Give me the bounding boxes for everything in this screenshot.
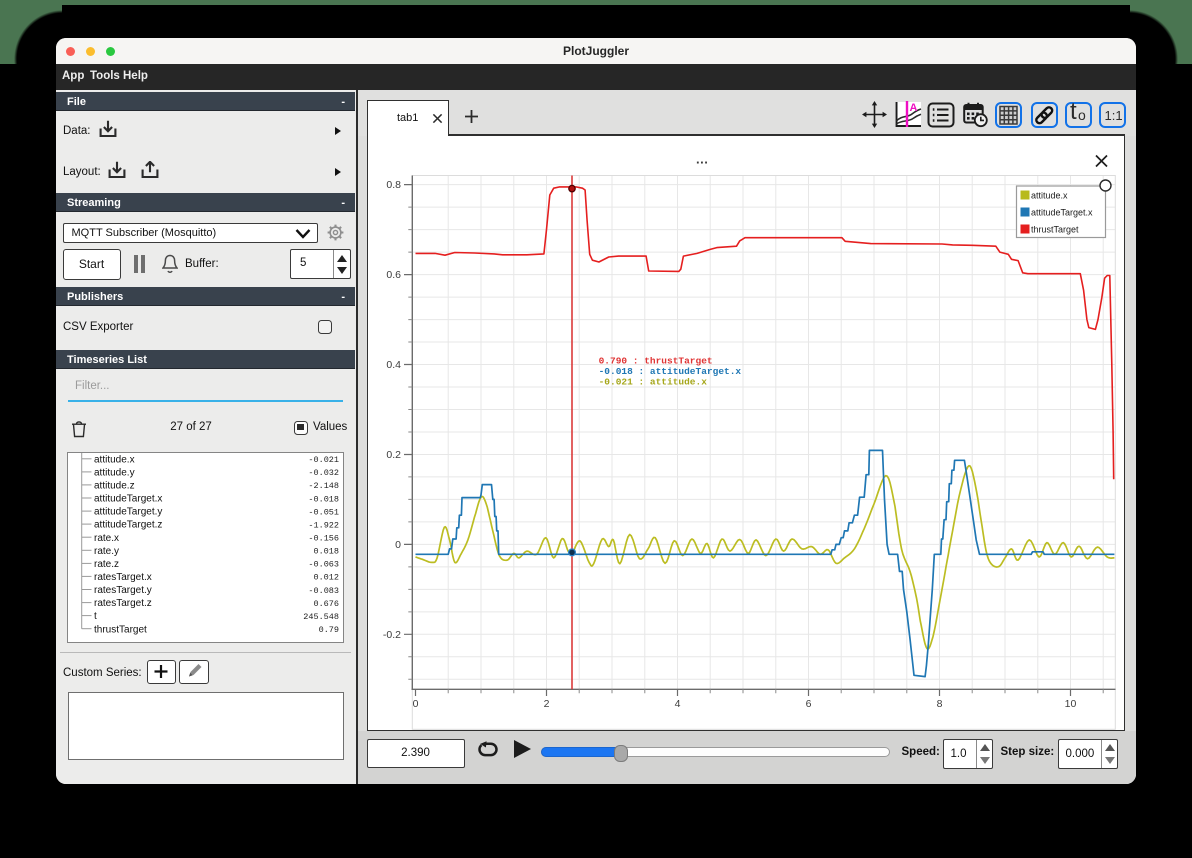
svg-text:245.548: 245.548 [303, 612, 339, 622]
svg-text:thrustTarget: thrustTarget [94, 624, 147, 635]
svg-text:0.79: 0.79 [319, 625, 339, 635]
svg-text:ratesTarget.y: ratesTarget.y [94, 585, 152, 596]
svg-text:0.012: 0.012 [313, 573, 339, 583]
svg-text:attitude.z: attitude.z [94, 481, 135, 492]
svg-text:ratesTarget.x: ratesTarget.x [94, 572, 152, 583]
svg-text:0.4: 0.4 [386, 359, 401, 371]
svg-text:-1.922: -1.922 [308, 520, 339, 530]
svg-text:-0.156: -0.156 [308, 534, 339, 544]
svg-text:attitude.x: attitude.x [1031, 191, 1068, 201]
svg-text:rate.y: rate.y [94, 546, 119, 557]
svg-text:0.6: 0.6 [386, 269, 401, 281]
svg-text:attitude.y: attitude.y [94, 468, 135, 479]
svg-text:t: t [94, 611, 97, 622]
svg-text:4: 4 [674, 698, 680, 710]
svg-text:rate.z: rate.z [94, 559, 119, 570]
svg-text:-0.083: -0.083 [308, 586, 339, 596]
svg-text:attitude.x: attitude.x [94, 454, 135, 465]
svg-text:0: 0 [395, 539, 401, 551]
svg-text:-0.063: -0.063 [308, 560, 339, 570]
svg-text:rate.x: rate.x [94, 533, 119, 544]
svg-text:0.790 : thrustTarget: 0.790 : thrustTarget [598, 356, 712, 367]
svg-text:10: 10 [1064, 698, 1076, 710]
svg-text:0: 0 [412, 698, 418, 710]
svg-text:-0.021: -0.021 [308, 455, 339, 465]
svg-text:-0.032: -0.032 [308, 468, 339, 478]
svg-text:6: 6 [805, 698, 811, 710]
svg-text:ratesTarget.z: ratesTarget.z [94, 598, 152, 609]
svg-text:-0.021 : attitude.x: -0.021 : attitude.x [598, 376, 707, 387]
svg-text:attitudeTarget.z: attitudeTarget.z [94, 520, 162, 531]
svg-text:0.2: 0.2 [386, 449, 401, 461]
svg-text:-0.2: -0.2 [382, 629, 400, 641]
svg-text:attitudeTarget.y: attitudeTarget.y [94, 507, 162, 518]
svg-text:0.676: 0.676 [313, 599, 339, 609]
svg-text:-0.018: -0.018 [308, 494, 339, 504]
svg-text:...: ... [696, 152, 708, 167]
svg-text:-2.148: -2.148 [308, 481, 339, 491]
svg-text:-0.051: -0.051 [308, 507, 339, 517]
svg-text:A: A [910, 102, 918, 114]
svg-text:thrustTarget: thrustTarget [1031, 225, 1079, 235]
svg-text:0.018: 0.018 [313, 547, 339, 557]
svg-text:attitudeTarget.x: attitudeTarget.x [1031, 208, 1093, 218]
svg-text:attitudeTarget.x: attitudeTarget.x [94, 494, 162, 505]
svg-text:2: 2 [543, 698, 549, 710]
svg-text:8: 8 [936, 698, 942, 710]
svg-text:0.8: 0.8 [386, 179, 401, 191]
